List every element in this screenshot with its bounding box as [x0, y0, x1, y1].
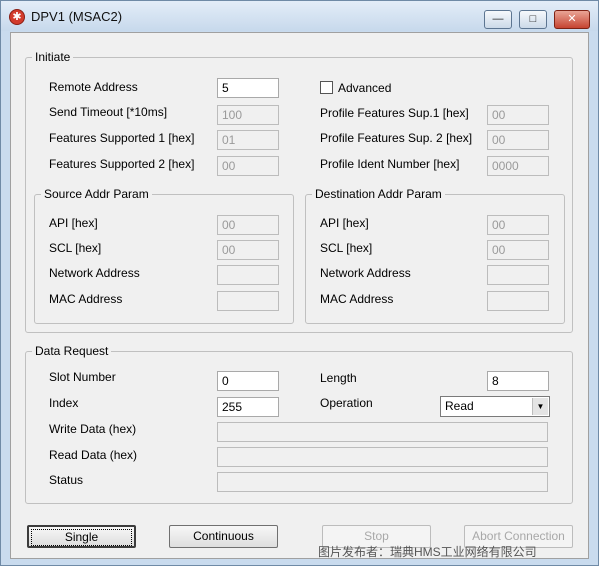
- destination-mac-address-label: MAC Address: [320, 292, 394, 306]
- data-request-group-title: Data Request: [32, 344, 112, 358]
- source-scl-label: SCL [hex]: [49, 241, 102, 255]
- read-data-label: Read Data (hex): [49, 448, 138, 462]
- send-timeout-label: Send Timeout [*10ms]: [49, 105, 168, 119]
- slot-number-label: Slot Number: [49, 370, 116, 384]
- profile-features-sup-1-label: Profile Features Sup.1 [hex]: [320, 106, 469, 120]
- dialog-client-area: Initiate Remote Address 5 Send Timeout […: [10, 32, 589, 559]
- chevron-down-icon[interactable]: ▼: [532, 398, 548, 415]
- operation-select[interactable]: Read ▼: [440, 396, 550, 417]
- index-label: Index: [49, 396, 79, 410]
- remote-address-input[interactable]: 5: [217, 78, 279, 98]
- source-addr-param-title: Source Addr Param: [41, 187, 152, 201]
- source-scl-input[interactable]: 00: [217, 240, 279, 260]
- slot-number-input[interactable]: 0: [217, 371, 279, 391]
- length-label: Length: [320, 371, 357, 385]
- window-title: DPV1 (MSAC2): [31, 9, 123, 24]
- destination-network-address-label: Network Address: [320, 266, 411, 280]
- remote-address-label: Remote Address: [49, 80, 138, 94]
- maximize-button[interactable]: □: [519, 10, 547, 29]
- initiate-group-title: Initiate: [32, 50, 74, 64]
- destination-api-label: API [hex]: [320, 216, 369, 230]
- operation-label: Operation: [320, 396, 373, 410]
- profile-ident-number-input[interactable]: 0000: [487, 156, 549, 176]
- operation-selected-value: Read: [445, 399, 474, 413]
- status-label: Status: [49, 473, 84, 487]
- advanced-checkbox[interactable]: [320, 81, 333, 94]
- source-api-input[interactable]: 00: [217, 215, 279, 235]
- close-button[interactable]: ✕: [554, 10, 590, 29]
- watermark-text: 图片发布者：瑞典HMS工业网络有限公司: [318, 545, 537, 559]
- source-api-label: API [hex]: [49, 216, 98, 230]
- profile-features-sup-2-input[interactable]: 00: [487, 130, 549, 150]
- destination-addr-param-title: Destination Addr Param: [312, 187, 445, 201]
- destination-api-input[interactable]: 00: [487, 215, 549, 235]
- status-field: [217, 472, 548, 492]
- features-supported-1-label: Features Supported 1 [hex]: [49, 131, 195, 145]
- features-supported-1-input[interactable]: 01: [217, 130, 279, 150]
- dpv1-dialog-window: ✱ DPV1 (MSAC2) — □ ✕ Initiate Remote Add…: [0, 0, 599, 566]
- single-button[interactable]: Single: [27, 525, 136, 548]
- write-data-label: Write Data (hex): [49, 422, 137, 436]
- source-network-address-input[interactable]: [217, 265, 279, 285]
- index-input[interactable]: 255: [217, 397, 279, 417]
- write-data-input[interactable]: [217, 422, 548, 442]
- features-supported-2-label: Features Supported 2 [hex]: [49, 157, 195, 171]
- minimize-button[interactable]: —: [484, 10, 512, 29]
- source-network-address-label: Network Address: [49, 266, 140, 280]
- length-input[interactable]: 8: [487, 371, 549, 391]
- read-data-input[interactable]: [217, 447, 548, 467]
- data-request-group: Data Request Slot Number 0 Index 255 Len…: [25, 344, 573, 504]
- continuous-button[interactable]: Continuous: [169, 525, 278, 548]
- profile-features-sup-2-label: Profile Features Sup. 2 [hex]: [320, 131, 473, 145]
- initiate-group: Initiate Remote Address 5 Send Timeout […: [25, 50, 573, 333]
- destination-network-address-input[interactable]: [487, 265, 549, 285]
- features-supported-2-input[interactable]: 00: [217, 156, 279, 176]
- hms-icon: ✱: [9, 9, 25, 25]
- destination-scl-input[interactable]: 00: [487, 240, 549, 260]
- destination-scl-label: SCL [hex]: [320, 241, 373, 255]
- source-addr-param-group: Source Addr Param API [hex] 00 SCL [hex]…: [34, 187, 294, 324]
- single-button-label: Single: [31, 529, 132, 546]
- title-bar[interactable]: ✱ DPV1 (MSAC2) — □ ✕: [1, 1, 598, 31]
- destination-addr-param-group: Destination Addr Param API [hex] 00 SCL …: [305, 187, 565, 324]
- advanced-label: Advanced: [338, 81, 392, 95]
- profile-ident-number-label: Profile Ident Number [hex]: [320, 157, 460, 171]
- profile-features-sup-1-input[interactable]: 00: [487, 105, 549, 125]
- source-mac-address-input[interactable]: [217, 291, 279, 311]
- send-timeout-input[interactable]: 100: [217, 105, 279, 125]
- destination-mac-address-input[interactable]: [487, 291, 549, 311]
- source-mac-address-label: MAC Address: [49, 292, 123, 306]
